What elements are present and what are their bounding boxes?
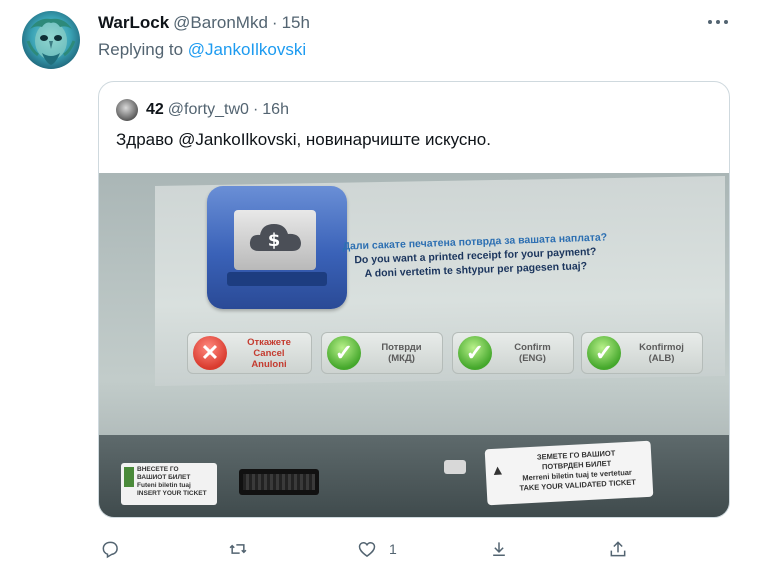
like-count: 1 <box>389 541 397 557</box>
quoted-photo[interactable]: $ Дали сакате печатена потврда за вашата… <box>99 173 729 517</box>
kiosk-confirm-eng-button: ✓ Confirm (ENG) <box>452 332 574 374</box>
cancel-label: Откажете Cancel Anuloni <box>227 337 311 370</box>
cancel-label-en: Cancel <box>253 347 285 359</box>
confirm-alb-line2: (ALB) <box>648 353 675 364</box>
quoted-user-handle: @forty_tw0 <box>167 101 249 118</box>
insert-label-line3: Futeni biletin tuaj <box>137 482 191 489</box>
cancel-label-sq: Anuloni <box>251 358 287 370</box>
more-dot <box>716 20 720 24</box>
quoted-tweet[interactable]: 42 @forty_tw0 · 16h Здраво @JankoIlkovsk… <box>98 81 730 518</box>
cancel-x-icon: ✕ <box>193 336 227 370</box>
quoted-tweet-header: 42 @forty_tw0 · 16h <box>116 99 289 121</box>
check-icon: ✓ <box>587 336 621 370</box>
replying-to-label: Replying to <box>98 40 188 59</box>
quoted-timestamp: 16h <box>262 101 289 118</box>
confirm-alb-line1: Konfirmoj <box>639 342 684 353</box>
printer-slot <box>227 272 327 286</box>
insert-ticket-sticker: ВНЕСЕТЕ ГО ВАШИОТ БИЛЕТ Futeni biletin t… <box>121 463 217 505</box>
take-ticket-sticker: ЗЕМЕТЕ ГО ВАШИОТ ПОТВРДЕН БИЛЕТ Merreni … <box>484 440 654 506</box>
user-avatar[interactable] <box>22 11 80 69</box>
kiosk-cancel-button: ✕ Откажете Cancel Anuloni <box>187 332 312 374</box>
bookmark-icon <box>493 542 505 556</box>
confirm-mkd-label: Потврди (МКД) <box>361 342 442 364</box>
like-icon <box>358 541 376 558</box>
share-icon <box>610 541 626 557</box>
tweet-actions: 1 <box>0 535 757 563</box>
insert-label-line1: ВНЕСЕТЕ ГО <box>137 466 179 473</box>
quoted-user-avatar <box>116 99 138 121</box>
separator-dot: · <box>252 101 259 118</box>
cloud-dollar-icon: $ <box>249 224 301 251</box>
cancel-label-mk: Откажете <box>247 336 291 348</box>
kiosk-confirm-mkd-button: ✓ Потврди (МКД) <box>321 332 443 374</box>
reply-button[interactable] <box>100 535 120 563</box>
confirm-eng-line1: Confirm <box>514 342 551 353</box>
green-man-face-icon <box>26 18 76 65</box>
tweet-header: WarLock @BaronMkd · 15h <box>98 12 310 34</box>
confirm-alb-label: Konfirmoj (ALB) <box>621 342 702 364</box>
reply-mention-link[interactable]: @JankoIlkovski <box>188 40 306 59</box>
check-icon: ✓ <box>327 336 361 370</box>
tweet-timestamp[interactable]: 15h <box>282 13 310 33</box>
bookmark-button[interactable] <box>489 535 509 563</box>
more-options-icon[interactable] <box>708 14 728 30</box>
tweet: WarLock @BaronMkd · 15h Replying to @Jan… <box>0 0 757 582</box>
more-dot <box>724 20 728 24</box>
kiosk-confirm-alb-button: ✓ Konfirmoj (ALB) <box>581 332 703 374</box>
replying-to: Replying to @JankoIlkovski <box>98 40 306 60</box>
confirm-eng-line2: (ENG) <box>519 353 546 364</box>
more-dot <box>708 20 712 24</box>
quoted-tweet-text: Здраво @JankoIlkovski, новинарчиште иску… <box>116 130 491 149</box>
insert-label-line4: INSERT YOUR TICKET <box>137 490 207 497</box>
confirm-eng-label: Confirm (ENG) <box>492 342 573 364</box>
retweet-button[interactable] <box>228 535 248 563</box>
separator-dot: · <box>271 13 278 32</box>
indicator-light <box>444 460 466 474</box>
receipt-printer-icon: $ <box>207 186 347 309</box>
check-icon: ✓ <box>458 336 492 370</box>
ticket-slot <box>239 469 319 495</box>
insert-label-line2: ВАШИОТ БИЛЕТ <box>137 474 191 481</box>
confirm-mkd-line1: Потврди <box>381 342 422 353</box>
user-handle[interactable]: @BaronMkd <box>173 13 268 33</box>
svg-text:$: $ <box>268 230 281 251</box>
display-name[interactable]: WarLock <box>98 13 169 33</box>
reply-icon <box>102 541 118 559</box>
quoted-display-name: 42 <box>146 101 164 118</box>
share-button[interactable] <box>608 535 628 563</box>
retweet-icon <box>229 544 247 554</box>
confirm-mkd-line2: (МКД) <box>388 353 415 364</box>
like-button[interactable]: 1 <box>357 535 397 563</box>
